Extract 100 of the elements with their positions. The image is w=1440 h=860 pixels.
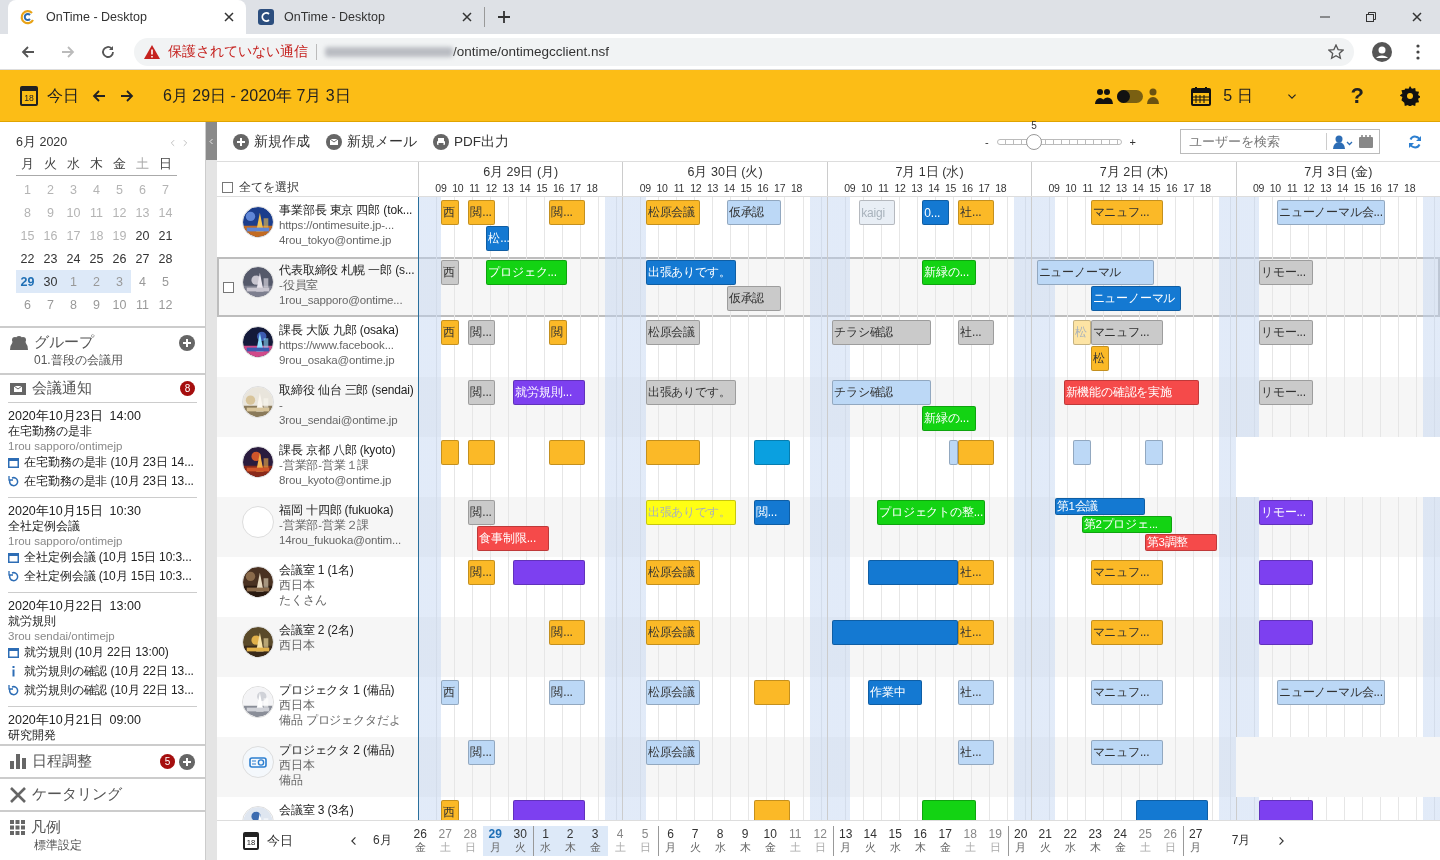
calendar-day[interactable]: 29	[16, 270, 39, 293]
calendar-event[interactable]: 食事制限...	[477, 526, 550, 551]
calendar-event[interactable]: 松...	[486, 226, 509, 251]
tab-close-icon[interactable]	[462, 12, 472, 22]
view-toggle[interactable]	[1117, 89, 1144, 103]
date-item[interactable]: 10 金	[757, 825, 783, 856]
calendar-event[interactable]: マニュフ...	[1090, 560, 1163, 585]
calendar-event[interactable]: 西	[441, 680, 460, 705]
date-item[interactable]: 8 水	[707, 825, 733, 856]
person-icon[interactable]	[1147, 88, 1160, 104]
date-item[interactable]: 26 日	[1157, 825, 1183, 856]
calendar-event[interactable]: 松	[1090, 346, 1109, 371]
calendar-event[interactable]: リモー...	[1259, 320, 1314, 345]
calendar-event[interactable]: 第3調整	[1144, 534, 1217, 551]
user-row[interactable]: 課長 大阪 九郎 (osaka) https://www.facebook... 9rou_osaka@ontime.jp 西 閲... 閲 松原会議 チラシ確認 社... 松 マニュフ... 松 リモー...	[217, 317, 1440, 377]
calendar-event[interactable]: 作業中	[868, 680, 923, 705]
notice-link[interactable]: 在宅勤務の是非 (10月 23日 13...	[24, 472, 194, 491]
calendar-event[interactable]: 松原会議	[645, 560, 700, 585]
calendar-event[interactable]: 0...	[922, 200, 950, 225]
date-item[interactable]: 27 月	[1182, 825, 1208, 856]
browser-tab[interactable]: OnTime - Desktop	[246, 0, 484, 34]
date-item[interactable]: 28 日	[457, 825, 483, 856]
date-item[interactable]: 27 土	[432, 825, 458, 856]
today-button[interactable]: 18 今日	[20, 85, 79, 107]
calendar-event[interactable]: 閲	[549, 320, 568, 345]
calendar-event[interactable]: ニューノーマル	[1090, 286, 1181, 311]
browser-tab[interactable]: OnTime - Desktop	[8, 0, 246, 34]
user-row[interactable]: 事業部長 東京 四郎 (tok... https://ontimesuite.jp-... 4rou_tokyo@ontime.jp 西 閲... 閲... 松... 松原会議 仮承認 kaigi 0... 社... マニュフ... ニューノーマル会...	[217, 197, 1440, 257]
calendar-event[interactable]	[958, 440, 995, 465]
previous-icon[interactable]	[349, 835, 359, 846]
calendar-event[interactable]: 閲...	[753, 500, 790, 525]
date-item[interactable]: 7 火	[682, 825, 708, 856]
section-title[interactable]: 会議通知	[32, 379, 92, 398]
search-box[interactable]: ユーザーを検索	[1180, 129, 1380, 154]
date-item[interactable]: 16 木	[907, 825, 933, 856]
toolbar-button[interactable]: 新規作成	[233, 132, 310, 151]
calendar-event[interactable]: 松原会議	[645, 200, 700, 225]
date-item[interactable]: 24 金	[1107, 825, 1133, 856]
menu-icon[interactable]	[1416, 43, 1420, 60]
toolbar-button[interactable]: PDF出力	[433, 132, 509, 151]
calendar-event[interactable]: 新機能の確認を実施	[1063, 380, 1199, 405]
collapse-handle[interactable]	[206, 122, 217, 160]
calendar-event[interactable]: 社...	[958, 620, 995, 645]
calendar-event[interactable]: 西	[441, 260, 460, 285]
calendar-event[interactable]	[753, 680, 790, 705]
user-row[interactable]: 取締役 仙台 三郎 (sendai) - 3rou_sendai@ontime.jp 閲... 就労規則... 出張ありです。 チラシ確認 新緑の... 新機能の確認を実施 リモー...	[217, 377, 1440, 437]
date-item[interactable]: 12 日	[807, 825, 833, 856]
calendar-grid-icon[interactable]	[1191, 86, 1212, 106]
user-row[interactable]: プロジェクタ 1 (備品) 西日本 備品 プロジェクタだよ 西 閲... 松原会議 作業中 社... マニュフ... ニューノーマル会...	[217, 677, 1440, 737]
date-item[interactable]: 15 水	[882, 825, 908, 856]
date-item[interactable]: 2 木	[557, 825, 583, 856]
calendar-event[interactable]: ニューノーマル	[1036, 260, 1154, 285]
calendar-day[interactable]: 24	[62, 247, 85, 270]
calendar-event[interactable]: 西	[441, 320, 460, 345]
user-row[interactable]: 代表取締役 札幌 一郎 (s... -役員室 1rou_sapporo@ontime... 西 プロジェク... 出張ありです。 仮承認 新緑の... ニューノーマル ニューノーマル リモー...	[217, 257, 1440, 317]
settings-icon[interactable]	[1400, 86, 1420, 106]
date-item[interactable]: 13 月	[832, 825, 858, 856]
refresh-icon[interactable]	[1408, 134, 1422, 149]
date-item[interactable]: 30 火	[507, 825, 533, 856]
calendar-event[interactable]: 社...	[958, 740, 995, 765]
calendar-event[interactable]: 出張ありです。	[645, 260, 736, 285]
calendar-event[interactable]	[1144, 440, 1163, 465]
notice-link[interactable]: 全社定例会議 (10月 15日 10:3...	[24, 548, 192, 567]
calendar-event[interactable]	[1259, 560, 1314, 585]
notice-link[interactable]: 在宅勤務の是非 (10月 23日 14...	[24, 453, 194, 472]
next-icon[interactable]	[1276, 835, 1287, 846]
section-title[interactable]: 凡例	[31, 818, 61, 837]
calendar-event[interactable]: 閲...	[549, 680, 586, 705]
calendar-event[interactable]: 就労規則...	[513, 380, 586, 405]
calendar-event[interactable]: リモー...	[1259, 260, 1314, 285]
restore-icon[interactable]	[1366, 12, 1376, 22]
days-selector[interactable]: 5 日	[1223, 85, 1253, 107]
add-icon[interactable]	[179, 334, 195, 351]
calendar-event[interactable]: マニュフ...	[1090, 740, 1163, 765]
calendar-event[interactable]: マニュフ...	[1090, 680, 1163, 705]
calendar-day[interactable]: 23	[39, 247, 62, 270]
forward-icon[interactable]	[119, 88, 135, 104]
calendar-event[interactable]: チラシ確認	[832, 380, 932, 405]
calendar-event[interactable]: 閲...	[549, 200, 586, 225]
date-item[interactable]: 18 土	[957, 825, 983, 856]
calendar-icon[interactable]	[1359, 135, 1373, 148]
calendar-event[interactable]	[753, 440, 790, 465]
section-title[interactable]: 日程調整	[32, 752, 92, 771]
toolbar-button[interactable]: 新規メール	[326, 132, 417, 151]
slider-thumb[interactable]	[1026, 133, 1043, 150]
new-tab-icon[interactable]	[497, 10, 511, 24]
calendar-event[interactable]: 閲...	[549, 620, 586, 645]
calendar-event[interactable]: 松原会議	[645, 680, 700, 705]
date-item[interactable]: 5 日	[632, 825, 658, 856]
calendar-day[interactable]: 27	[131, 247, 154, 270]
select-all-label[interactable]: 全てを選択	[239, 180, 299, 195]
mail-icon[interactable]	[326, 133, 342, 150]
calendar-event[interactable]: 社...	[958, 200, 995, 225]
tab-close-icon[interactable]	[224, 12, 234, 22]
calendar-event[interactable]: 社...	[958, 320, 995, 345]
date-item[interactable]: 9 木	[732, 825, 758, 856]
calendar-day[interactable]: 26	[108, 247, 131, 270]
address-bar[interactable]: 保護されていない通信 /ontime/ontimegcclient.nsf	[134, 37, 1354, 66]
calendar-event[interactable]: 西	[441, 200, 460, 225]
calendar-event[interactable]: 社...	[958, 560, 995, 585]
